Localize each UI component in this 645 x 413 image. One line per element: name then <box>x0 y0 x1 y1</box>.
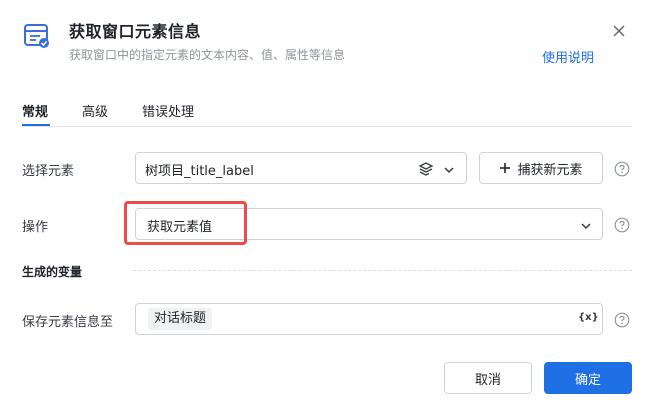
tab-divider <box>22 126 632 127</box>
operation-select[interactable]: 获取元素值 <box>135 208 603 240</box>
element-library-icon[interactable] <box>418 161 434 177</box>
element-select[interactable]: 树项目_title_label <box>135 152 467 184</box>
element-select-value: 树项目_title_label <box>145 164 254 179</box>
select-element-help-icon[interactable] <box>614 161 630 177</box>
chevron-down-icon[interactable] <box>442 162 456 176</box>
save-to-label: 保存元素信息至 <box>22 315 114 330</box>
capture-button-label: 捕获新元素 <box>517 162 583 178</box>
window-element-icon <box>22 21 52 51</box>
operation-label: 操作 <box>22 220 49 235</box>
tab-error-handling[interactable]: 错误处理 <box>142 101 194 120</box>
help-link[interactable]: 使用说明 <box>542 47 594 66</box>
variable-icon[interactable]: {x} <box>578 312 599 323</box>
plus-icon <box>499 162 511 174</box>
tab-active-indicator <box>22 124 50 126</box>
select-element-label: 选择元素 <box>22 164 75 179</box>
dialog-subtitle: 获取窗口中的指定元素的文本内容、值、属性等信息 <box>69 48 346 62</box>
dialog-title: 获取窗口元素信息 <box>69 22 202 41</box>
save-to-variable-field[interactable]: 对话标题 {x} <box>135 303 603 335</box>
operation-select-value: 获取元素值 <box>147 220 213 235</box>
confirm-button[interactable]: 确定 <box>544 362 632 394</box>
operation-help-icon[interactable] <box>614 217 630 233</box>
chevron-down-icon[interactable] <box>579 218 593 232</box>
section-divider <box>133 270 632 271</box>
tab-general[interactable]: 常规 <box>22 101 48 120</box>
cancel-button[interactable]: 取消 <box>444 362 532 394</box>
close-icon[interactable] <box>610 22 628 40</box>
variable-tag[interactable]: 对话标题 <box>148 308 213 330</box>
capture-new-element-button[interactable]: 捕获新元素 <box>479 152 603 184</box>
save-to-help-icon[interactable] <box>614 312 630 328</box>
tab-advanced[interactable]: 高级 <box>82 101 108 120</box>
output-section-title: 生成的变量 <box>22 265 83 279</box>
